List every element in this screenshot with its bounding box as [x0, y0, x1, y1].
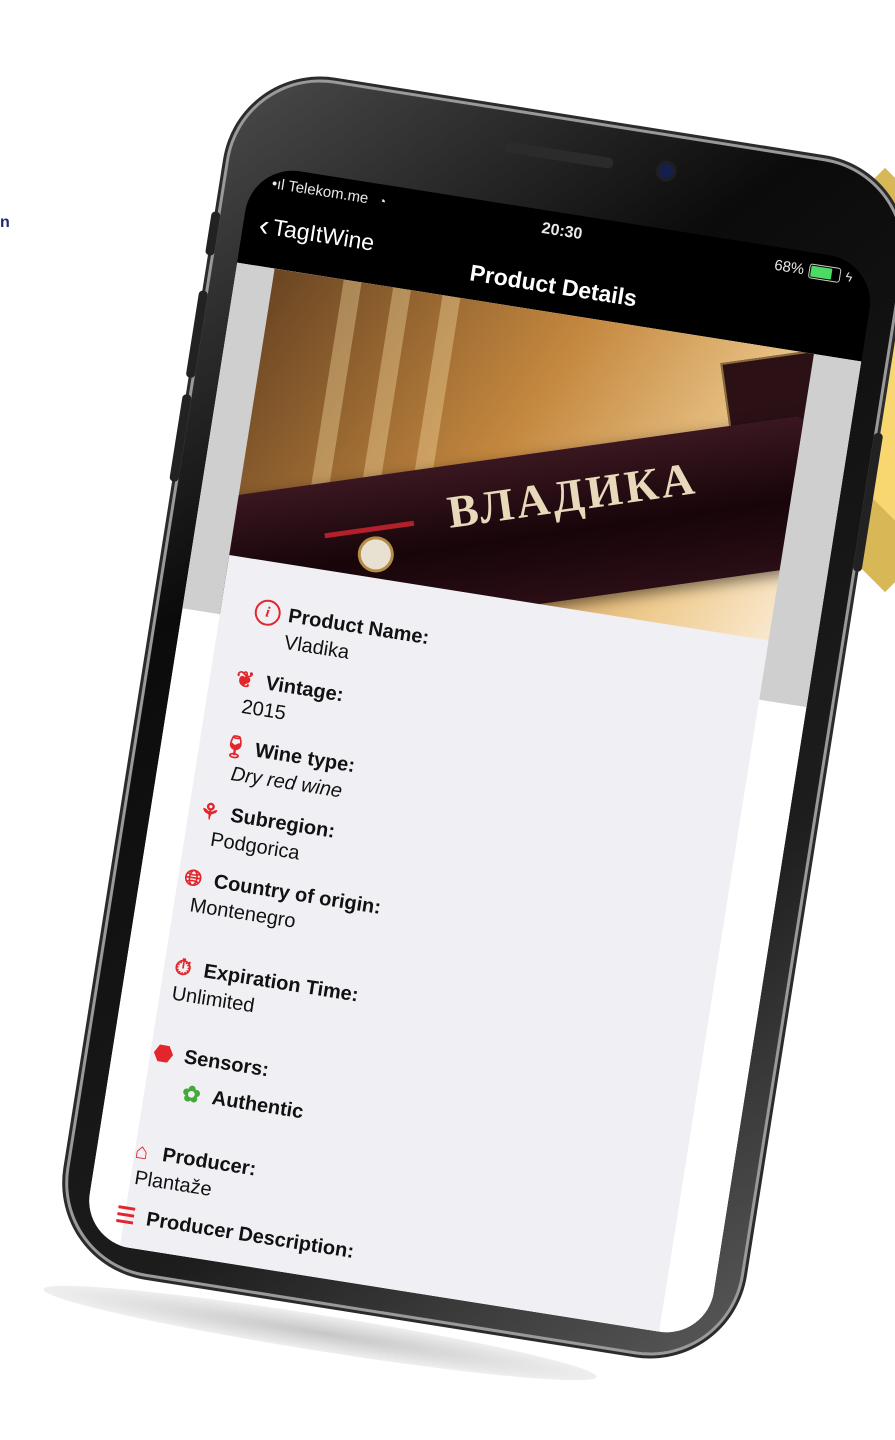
sensor-tag-icon: ⬣	[152, 1039, 175, 1068]
details-card: i Product Name: Vladika ❦ Vintage: 2015 🍷︎…	[114, 554, 769, 1332]
producer-description-label: Producer Description:	[144, 1207, 356, 1263]
phone-mockup: •ıl Telekom.me ◔ 20:30 68% ϟ ‹ TagItWine…	[54, 69, 895, 1366]
grapes-icon: ❦	[233, 665, 257, 694]
detail-subregion: ⚘ Subregion: Podgorica	[191, 797, 337, 870]
sensor-status: Authentic	[210, 1086, 305, 1123]
vineyard-icon: ⚘	[198, 797, 222, 826]
badge-icon: ✿	[180, 1080, 203, 1109]
sensors-label: Sensors:	[182, 1045, 271, 1081]
detail-producer: ⌂ Producer: Plantaže	[123, 1137, 258, 1208]
stopwatch-icon: ⏱︎	[172, 953, 194, 982]
detail-sensors: ⬣ Sensors: ✿ Authentic	[143, 1039, 311, 1125]
battery-status: 68% ϟ	[773, 257, 854, 286]
globe-icon: 🌐︎	[182, 864, 204, 892]
wine-glass-icon: 🍷︎	[219, 732, 252, 762]
edge-cropped-text: n	[0, 214, 10, 231]
detail-country: 🌐︎ Country of origin: Montenegro	[174, 863, 383, 946]
list-icon: ☰	[113, 1201, 138, 1230]
factory-icon: ⌂	[133, 1137, 151, 1165]
detail-expiration: ⏱︎ Expiration Time: Unlimited	[164, 953, 360, 1034]
info-icon: i	[252, 597, 283, 628]
detail-product-name: i Product Name: Vladika	[249, 597, 431, 677]
bottle-label-text: ВЛАДИКА	[444, 452, 701, 538]
detail-wine-type: 🍷︎ Wine type: Dry red wine	[215, 732, 357, 804]
crest-icon	[355, 534, 397, 575]
detail-vintage: ❦ Vintage: 2015	[226, 665, 345, 734]
